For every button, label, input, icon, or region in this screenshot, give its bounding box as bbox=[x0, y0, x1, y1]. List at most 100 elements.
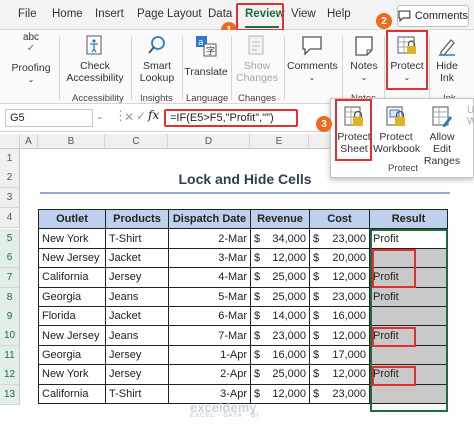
cell-product[interactable]: Jersey bbox=[105, 267, 169, 288]
row-header[interactable]: 2 bbox=[0, 168, 20, 188]
cell-cost[interactable]: $16,000 bbox=[309, 305, 370, 327]
row-header[interactable]: 12 bbox=[0, 365, 20, 385]
row-header[interactable]: 3 bbox=[0, 188, 20, 208]
column-header-c[interactable]: C bbox=[105, 134, 168, 149]
row-header[interactable]: 13 bbox=[0, 385, 20, 405]
cell-outlet[interactable]: Georgia bbox=[38, 344, 106, 366]
comments-share-button[interactable]: Comments bbox=[397, 5, 469, 27]
fx-icon[interactable]: fx bbox=[148, 108, 159, 122]
cell-product[interactable]: T-Shirt bbox=[105, 383, 169, 404]
formula-input[interactable]: =IF(E5>F5,"Profit","") bbox=[164, 109, 298, 127]
cell-revenue[interactable]: $34,000 bbox=[250, 228, 310, 249]
cell-outlet[interactable]: New York bbox=[38, 364, 106, 385]
cell-product[interactable]: Jeans bbox=[105, 286, 169, 307]
cell-outlet[interactable]: New Jersey bbox=[38, 247, 106, 269]
amount: 12,000 bbox=[272, 251, 306, 264]
table-header-row: Outlet Products Dispatch Date Revenue Co… bbox=[38, 208, 448, 230]
cell-cost[interactable]: $23,000 bbox=[309, 228, 370, 249]
enter-icon[interactable]: ✓ bbox=[136, 109, 146, 123]
column-header-b[interactable]: B bbox=[38, 134, 105, 149]
name-box[interactable]: G5 bbox=[5, 109, 93, 127]
protect-workbook-button[interactable]: Protect Workbook bbox=[373, 105, 420, 155]
row-header[interactable]: 5 bbox=[0, 229, 20, 249]
comments-ribbon-button[interactable]: Comments ⌄ bbox=[287, 34, 338, 84]
allow-edit-ranges-button[interactable]: Allow Edit Ranges bbox=[419, 105, 465, 167]
cell-product[interactable]: T-Shirt bbox=[105, 228, 169, 249]
cell-cost[interactable]: $23,000 bbox=[309, 286, 370, 307]
cell-dispatch-date[interactable]: 5-Mar bbox=[168, 286, 251, 307]
lookup-label: Lookup bbox=[139, 72, 175, 84]
cell-outlet[interactable]: California bbox=[38, 267, 106, 288]
group-divider bbox=[59, 36, 60, 100]
cell-outlet[interactable]: New York bbox=[38, 228, 106, 249]
row-header[interactable]: 7 bbox=[0, 268, 20, 288]
show-changes-button[interactable]: Show Changes bbox=[233, 34, 281, 84]
cell-cost[interactable]: $12,000 bbox=[309, 325, 370, 346]
tab-view[interactable]: View bbox=[291, 8, 316, 20]
cell-revenue[interactable]: $25,000 bbox=[250, 286, 310, 307]
cell-cost[interactable]: $23,000 bbox=[309, 383, 370, 404]
cancel-icon[interactable]: ✕ bbox=[124, 110, 134, 124]
select-all-corner[interactable] bbox=[0, 134, 20, 149]
changes-group-label: Changes bbox=[238, 93, 277, 104]
cell-cost[interactable]: $20,000 bbox=[309, 247, 370, 269]
tab-data[interactable]: Data bbox=[208, 8, 232, 20]
cell-outlet[interactable]: Florida bbox=[38, 305, 106, 327]
cell-product[interactable]: Jersey bbox=[105, 364, 169, 385]
row-header[interactable]: 1 bbox=[0, 149, 20, 169]
cell-product[interactable]: Jacket bbox=[105, 305, 169, 327]
cell-revenue[interactable]: $12,000 bbox=[250, 247, 310, 269]
tab-page-layout[interactable]: Page Layout bbox=[137, 8, 202, 20]
cell-dispatch-date[interactable]: 2-Apr bbox=[168, 364, 251, 385]
tab-help[interactable]: Help bbox=[327, 8, 351, 20]
cell-dispatch-date[interactable]: 1-Apr bbox=[168, 344, 251, 366]
cell-dispatch-date[interactable]: 7-Mar bbox=[168, 325, 251, 346]
cell-product[interactable]: Jacket bbox=[105, 247, 169, 269]
column-header-e[interactable]: E bbox=[250, 134, 309, 149]
cell-outlet[interactable]: Georgia bbox=[38, 286, 106, 307]
column-header-a[interactable]: A bbox=[20, 134, 38, 149]
currency-symbol: $ bbox=[313, 329, 320, 342]
changes-label: Changes bbox=[235, 72, 279, 84]
cell-cost[interactable]: $12,000 bbox=[309, 267, 370, 288]
cell-dispatch-date[interactable]: 3-Mar bbox=[168, 247, 251, 269]
header-result: Result bbox=[369, 208, 448, 230]
header-cost: Cost bbox=[309, 208, 370, 230]
cell-cost[interactable]: $12,000 bbox=[309, 364, 370, 385]
column-header-d[interactable]: D bbox=[168, 134, 250, 149]
chevron-down-icon: ⌄ bbox=[308, 73, 316, 82]
currency-value: $23,000 bbox=[313, 388, 366, 400]
check-accessibility-button[interactable]: Check Accessibility bbox=[62, 34, 128, 84]
tab-home[interactable]: Home bbox=[52, 8, 83, 20]
cell-revenue[interactable]: $12,000 bbox=[250, 383, 310, 404]
cell-dispatch-date[interactable]: 6-Mar bbox=[168, 305, 251, 327]
currency-symbol: $ bbox=[254, 310, 261, 323]
cell-revenue[interactable]: $25,000 bbox=[250, 364, 310, 385]
currency-value: $23,000 bbox=[313, 291, 366, 303]
cell-outlet[interactable]: New Jersey bbox=[38, 325, 106, 346]
hide-ink-button[interactable]: Hide Ink bbox=[432, 34, 462, 84]
smart-lookup-button[interactable]: Smart Lookup bbox=[135, 34, 179, 84]
row-header[interactable]: 9 bbox=[0, 307, 20, 327]
tab-file[interactable]: File bbox=[18, 8, 37, 20]
row-header[interactable]: 11 bbox=[0, 346, 20, 366]
cell-revenue[interactable]: $23,000 bbox=[250, 325, 310, 346]
cell-dispatch-date[interactable]: 2-Mar bbox=[168, 228, 251, 249]
notes-button[interactable]: Notes ⌄ bbox=[346, 34, 382, 84]
row-header[interactable]: 10 bbox=[0, 326, 20, 346]
cell-revenue[interactable]: $25,000 bbox=[250, 267, 310, 288]
spelling-proofing-button[interactable]: abc ✓ Proofing ⌄ bbox=[8, 32, 54, 86]
cell-revenue[interactable]: $14,000 bbox=[250, 305, 310, 327]
row-header[interactable]: 4 bbox=[0, 208, 20, 228]
cell-dispatch-date[interactable]: 4-Mar bbox=[168, 267, 251, 288]
tab-insert[interactable]: Insert bbox=[95, 8, 124, 20]
cell-cost[interactable]: $17,000 bbox=[309, 344, 370, 366]
cell-product[interactable]: Jersey bbox=[105, 344, 169, 366]
cell-product[interactable]: Jeans bbox=[105, 325, 169, 346]
row-header[interactable]: 6 bbox=[0, 248, 20, 268]
row-header[interactable]: 8 bbox=[0, 288, 20, 308]
cell-revenue[interactable]: $16,000 bbox=[250, 344, 310, 366]
cell-outlet[interactable]: California bbox=[38, 383, 106, 404]
chevron-down-icon[interactable]: ⌄ bbox=[96, 111, 104, 122]
translate-button[interactable]: a字 Translate bbox=[184, 34, 228, 78]
